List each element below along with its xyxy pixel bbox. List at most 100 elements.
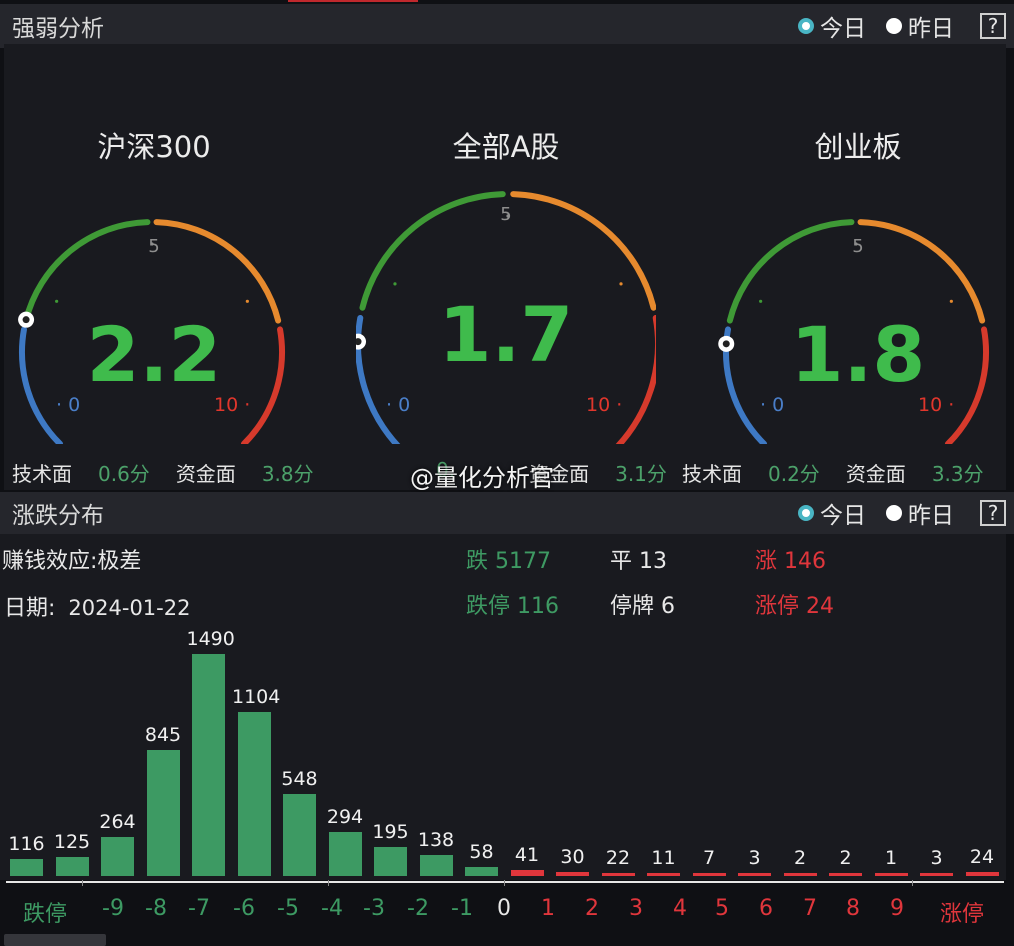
gauge-mid-label: 5 — [500, 204, 512, 225]
money-effect: 赚钱效应:极差 — [2, 549, 142, 574]
fall-count: 跌 5177 — [466, 549, 551, 574]
gauge-mid-label: 5 — [148, 236, 160, 257]
bar-14 — [647, 873, 680, 876]
radio-checked-icon — [798, 505, 814, 521]
distribution-radio-yesterday[interactable]: 昨日 — [886, 496, 954, 530]
bar-value-label: 548 — [281, 768, 318, 791]
bar-16 — [738, 873, 771, 876]
strength-radio-yesterday[interactable]: 昨日 — [886, 9, 954, 43]
bar-value-label: 24 — [969, 846, 995, 869]
bar-17 — [783, 873, 817, 876]
bar-value-label: 3 — [930, 847, 943, 869]
strength-radio-today[interactable]: 今日 — [798, 9, 866, 43]
gauge-tick-dot — [393, 282, 397, 286]
gauge-value: 2.2 — [86, 310, 222, 399]
gauge-low-label: · 0 — [760, 394, 785, 416]
gauge-all-a: 全部A股 5 1.7 · 0 10 · — [356, 44, 656, 444]
gauge-arc-all-a — [356, 191, 656, 444]
distribution-title: 涨跌分布 — [12, 503, 104, 529]
horizontal-scrollbar[interactable] — [4, 934, 106, 946]
strength-header: 强弱分析 今日 昨日 ? — [0, 4, 1014, 48]
bar-5 — [237, 711, 271, 876]
bar-3 — [146, 750, 180, 876]
active-tab-indicator — [288, 0, 418, 2]
distribution-bar-chart: 116 125 264 845 1490 1104 548 294 195 138 58 41 30 22… — [0, 620, 1014, 882]
flat-count: 平 13 — [610, 549, 667, 574]
limit-down-count: 跌停 116 — [466, 594, 559, 619]
x-axis-line — [6, 881, 1004, 883]
bar-20 — [920, 873, 953, 876]
date-row: 日期: 2024-01-22 — [4, 596, 191, 621]
strength-title: 强弱分析 — [12, 16, 104, 42]
gauge-high-label: 10 · — [586, 394, 623, 416]
x-axis-tick — [504, 880, 505, 886]
bar-2 — [101, 836, 134, 876]
x-axis-tick — [82, 880, 83, 886]
gauge-low-label: · 0 — [56, 394, 81, 416]
bar-6 — [283, 794, 316, 876]
watermark-text: @量化分析官 — [410, 464, 554, 492]
bar-value-label: 264 — [99, 810, 136, 833]
rise-count: 涨 146 — [755, 549, 826, 574]
gauge-value: 1.8 — [790, 310, 926, 399]
bar-value-label: 1490 — [186, 628, 235, 650]
bar-value-label: 845 — [144, 724, 182, 747]
gauge-low-label: · 0 — [386, 394, 411, 416]
gauge-tick-dot — [949, 299, 953, 303]
bar-15 — [692, 873, 726, 876]
distribution-help-icon[interactable]: ? — [980, 500, 1006, 526]
radio-checked-icon — [798, 18, 814, 34]
bar-13 — [601, 872, 635, 876]
gauge-value: 1.7 — [438, 290, 574, 379]
gauge-high-label: 10 · — [918, 394, 955, 416]
bar-18 — [829, 873, 862, 876]
bar-10 — [465, 867, 498, 876]
gauge-mid-label: 5 — [852, 236, 864, 257]
bar-12 — [556, 871, 589, 876]
gauge-hs300: 沪深300 5 2.2 · 0 10 · — [4, 44, 304, 444]
gauge-high-label: 10 · — [214, 394, 251, 416]
bar-value-label: 294 — [326, 806, 364, 829]
bar-value-label: 30 — [560, 845, 585, 868]
bar-1 — [55, 857, 89, 876]
strength-help-icon[interactable]: ? — [980, 13, 1006, 39]
bar-value-label: 41 — [514, 843, 540, 866]
x-axis-label: 跌停 — [22, 902, 67, 927]
bar-value-label: 3 — [748, 847, 761, 869]
bar-value-label: 1 — [884, 847, 898, 869]
bar-value-label: 2 — [839, 847, 852, 869]
bar-4 — [192, 654, 225, 876]
bar-value-label: 195 — [372, 820, 409, 843]
strength-radio-group: 今日 昨日 ? — [798, 9, 1006, 43]
distribution-radio-today[interactable]: 今日 — [798, 496, 866, 530]
gauge-tick-dot — [245, 299, 249, 303]
gauge-tick-dot — [55, 299, 59, 303]
bar-value-label: 125 — [53, 831, 91, 854]
bar-19 — [874, 873, 908, 876]
radio-unchecked-icon — [886, 505, 902, 521]
distribution-radio-group: 今日 昨日 ? — [798, 496, 1006, 530]
bar-value-label: 7 — [702, 847, 716, 869]
gauge-tick-dot — [619, 282, 623, 286]
suspended-count: 停牌 6 — [610, 594, 675, 619]
bar-8 — [374, 846, 407, 876]
bar-value-label: 1104 — [232, 685, 281, 708]
x-axis-tick — [912, 880, 913, 886]
scores-chinext: 技术面 0.2分 资金面 3.3分 — [682, 462, 984, 486]
bar-7 — [328, 832, 362, 876]
bar-value-label: 138 — [417, 829, 455, 852]
gauge-tick-dot — [759, 299, 763, 303]
bar-value-label: 22 — [605, 846, 631, 869]
x-axis-label: 9 — [890, 896, 904, 921]
bar-11 — [510, 869, 544, 876]
radio-unchecked-icon — [886, 18, 902, 34]
bar-value-label: 116 — [8, 832, 45, 855]
bar-9 — [419, 855, 453, 876]
bar-value-label: 58 — [469, 841, 494, 864]
scores-hs300: 技术面 0.6分 资金面 3.8分 — [12, 462, 314, 486]
gauge-chinext: 创业板 5 1.8 · 0 10 · — [708, 44, 1008, 444]
bar-value-label: 2 — [793, 847, 807, 869]
bar-21 — [965, 872, 999, 876]
bar-value-label: 11 — [651, 847, 676, 869]
limit-up-count: 涨停 24 — [755, 594, 834, 619]
